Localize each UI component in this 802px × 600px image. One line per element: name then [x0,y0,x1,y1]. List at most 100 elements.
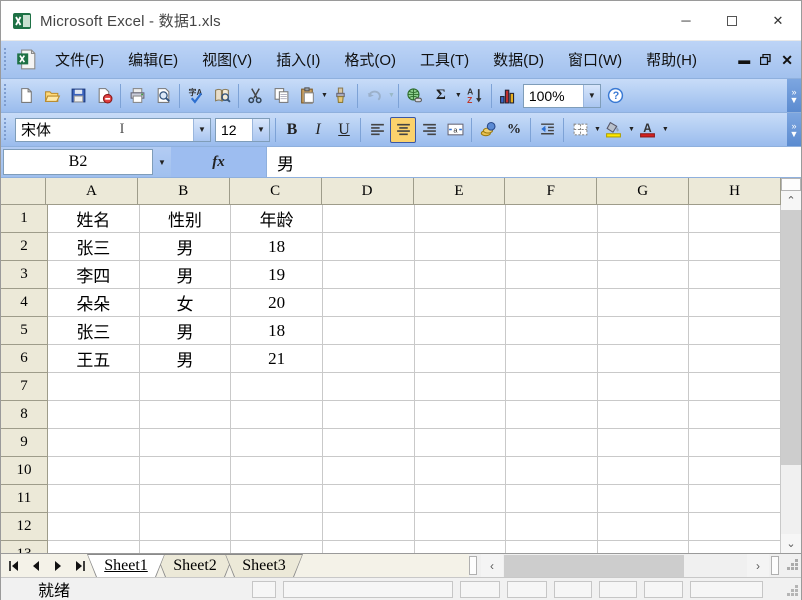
autosum-dropdown-arrow[interactable]: ▼ [455,92,462,99]
doc-close-button[interactable]: ✕ [781,53,793,67]
align-right-button[interactable] [416,117,442,143]
menu-file[interactable]: 文件(F) [43,46,116,75]
menu-format[interactable]: 格式(O) [332,46,408,75]
cell-F6[interactable] [506,345,598,373]
cell-C1[interactable]: 年龄 [231,205,323,233]
cell-C4[interactable]: 20 [231,289,323,317]
cell-C6[interactable]: 21 [231,345,323,373]
underline-button[interactable]: U [331,117,357,143]
cell-H13[interactable] [689,541,781,553]
formula-input[interactable]: 男 [267,147,801,177]
font-color-dropdown-arrow[interactable]: ▼ [662,126,669,133]
cell-D12[interactable] [322,513,415,541]
cell-E12[interactable] [414,513,507,541]
insert-function-button[interactable]: fx [212,154,225,171]
cell-G1[interactable] [597,205,690,233]
scroll-down-arrow[interactable]: ⌄ [781,534,801,553]
print-button[interactable] [124,83,150,109]
cell-D8[interactable] [322,401,415,429]
cell-H8[interactable] [689,401,781,429]
font-color-button[interactable]: A [635,117,661,143]
cell-G13[interactable] [597,541,690,553]
row-header-5[interactable]: 5 [1,317,48,345]
cell-F12[interactable] [506,513,598,541]
bold-button[interactable]: B [279,117,305,143]
cell-A9[interactable] [48,429,140,457]
cell-E10[interactable] [414,457,507,485]
cell-F2[interactable] [506,233,598,261]
cell-H9[interactable] [689,429,781,457]
percent-button[interactable]: % [501,117,527,143]
cell-E4[interactable] [414,289,507,317]
cell-B11[interactable] [139,485,232,513]
name-box[interactable]: B2 [3,149,153,175]
sheet-tab-sheet1[interactable]: Sheet1 [87,554,165,577]
cell-D3[interactable] [322,261,415,289]
cell-F13[interactable] [506,541,598,553]
toolbar-options-chevron[interactable]: » ▼ [787,79,801,112]
fill-color-button[interactable] [601,117,627,143]
cell-D9[interactable] [322,429,415,457]
autosum-button[interactable]: Σ [428,83,454,109]
cell-D10[interactable] [322,457,415,485]
cut-button[interactable] [242,83,268,109]
toolbar-drag-handle[interactable] [4,117,9,142]
undo-button[interactable] [361,83,387,109]
undo-dropdown-arrow[interactable]: ▼ [388,92,395,99]
doc-minimize-button[interactable]: ▬ [738,54,750,66]
cell-F8[interactable] [506,401,598,429]
cell-H10[interactable] [689,457,781,485]
research-button[interactable] [209,83,235,109]
font-name-combobox[interactable]: 宋体 I ▼ [15,117,211,142]
cell-E9[interactable] [414,429,507,457]
vertical-scroll-track[interactable] [781,465,801,534]
cell-C2[interactable]: 18 [231,233,323,261]
cell-A1[interactable]: 姓名 [48,205,140,233]
cell-A12[interactable] [48,513,140,541]
font-name-dropdown-arrow[interactable]: ▼ [192,118,210,141]
select-all-corner[interactable] [1,178,46,205]
cell-G10[interactable] [597,457,690,485]
cell-G4[interactable] [597,289,690,317]
cell-D1[interactable] [322,205,415,233]
menu-help[interactable]: 帮助(H) [634,46,709,75]
cell-D5[interactable] [322,317,415,345]
sheet-tab-sheet2[interactable]: Sheet2 [156,554,234,577]
align-left-button[interactable] [364,117,390,143]
cell-B5[interactable]: 男 [139,317,232,345]
cell-A2[interactable]: 张三 [48,233,140,261]
cell-B3[interactable]: 男 [139,261,232,289]
menu-insert[interactable]: 插入(I) [264,46,332,75]
currency-button[interactable] [475,117,501,143]
cell-H5[interactable] [689,317,781,345]
cell-G9[interactable] [597,429,690,457]
column-header-A[interactable]: A [46,178,138,205]
cell-B2[interactable]: 男 [139,233,232,261]
cell-B12[interactable] [139,513,232,541]
row-header-3[interactable]: 3 [1,261,48,289]
cell-F9[interactable] [506,429,598,457]
cell-B13[interactable] [139,541,232,553]
save-button[interactable] [65,83,91,109]
close-button[interactable]: ✕ [755,1,801,40]
column-header-E[interactable]: E [413,178,506,205]
cell-G7[interactable] [597,373,690,401]
column-header-G[interactable]: G [597,178,690,205]
open-folder-button[interactable] [39,83,65,109]
cell-E6[interactable] [414,345,507,373]
cell-B10[interactable] [139,457,232,485]
scroll-right-arrow[interactable]: › [747,554,769,577]
cell-F7[interactable] [506,373,598,401]
vertical-split-box[interactable] [781,178,801,191]
cell-D7[interactable] [322,373,415,401]
cell-H3[interactable] [689,261,781,289]
menu-window[interactable]: 窗口(W) [556,46,634,75]
row-header-12[interactable]: 12 [1,513,48,541]
cell-D13[interactable] [322,541,415,553]
cell-B4[interactable]: 女 [139,289,232,317]
row-header-10[interactable]: 10 [1,457,48,485]
vertical-scroll-thumb[interactable] [781,210,801,465]
cell-F3[interactable] [506,261,598,289]
menu-data[interactable]: 数据(D) [481,46,556,75]
cell-C5[interactable]: 18 [231,317,323,345]
